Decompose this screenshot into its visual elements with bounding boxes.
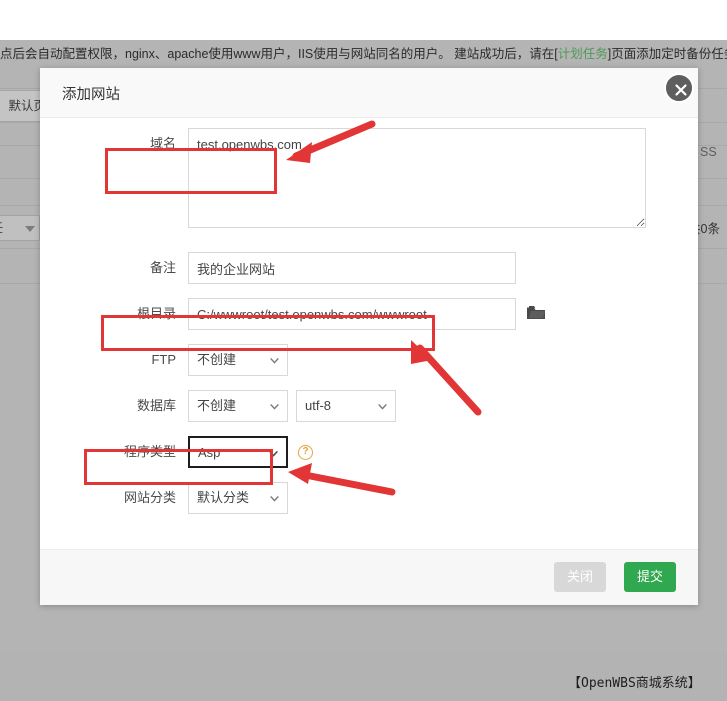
- site-category-select-value: 默认分类: [197, 490, 249, 505]
- notice-text: 点后会自动配置权限，nginx、apache使用www用户，IIS使用与网站同名…: [0, 47, 558, 61]
- chevron-down-icon: [25, 226, 35, 232]
- dialog-header: 添加网站: [40, 68, 698, 118]
- footer-brand-label: 【OpenWBS商城系统】: [568, 672, 701, 691]
- form-row-ftp: FTP 不创建: [40, 344, 698, 376]
- domain-input[interactable]: test.openwbs.com: [188, 128, 646, 228]
- dialog-body: 域名 test.openwbs.com 备注 根目录 FTP 不创建: [40, 118, 698, 548]
- notice-text-after: ]页面添加定时备份任务!: [608, 47, 727, 61]
- program-type-select-value: Asp: [198, 445, 220, 460]
- form-row-program-type: 程序类型 Asp ?: [40, 436, 698, 468]
- scheduled-task-link[interactable]: 计划任务: [558, 47, 608, 61]
- notice-banner: 点后会自动配置权限，nginx、apache使用www用户，IIS使用与网站同名…: [0, 40, 727, 68]
- label-site-category: 网站分类: [40, 482, 188, 514]
- form-row-domain: 域名 test.openwbs.com: [40, 128, 698, 228]
- background-filter-select[interactable]: 任: [0, 215, 40, 241]
- form-row-site-category: 网站分类 默认分类: [40, 482, 698, 514]
- close-icon[interactable]: [664, 73, 694, 103]
- ssl-column-header: SS: [700, 145, 717, 159]
- close-button[interactable]: 关闭: [554, 562, 606, 592]
- chevron-down-icon: [270, 358, 279, 364]
- ftp-select-value: 不创建: [197, 352, 236, 367]
- form-row-database: 数据库 不创建 utf-8: [40, 390, 698, 422]
- folder-icon[interactable]: [526, 304, 546, 326]
- site-category-select[interactable]: 默认分类: [188, 482, 288, 514]
- label-domain: 域名: [40, 128, 188, 160]
- dialog-footer: 关闭 提交: [40, 549, 698, 605]
- form-row-root-dir: 根目录: [40, 298, 698, 330]
- database-select-value: 不创建: [197, 398, 236, 413]
- remark-input[interactable]: [188, 252, 516, 284]
- chevron-down-icon: [270, 404, 279, 410]
- root-dir-input[interactable]: [188, 298, 516, 330]
- submit-button[interactable]: 提交: [624, 562, 676, 592]
- database-select[interactable]: 不创建: [188, 390, 288, 422]
- dialog-title: 添加网站: [62, 83, 120, 104]
- form-row-remark: 备注: [40, 252, 698, 284]
- ftp-select[interactable]: 不创建: [188, 344, 288, 376]
- program-type-select[interactable]: Asp: [188, 436, 288, 468]
- label-remark: 备注: [40, 252, 188, 284]
- database-charset-select[interactable]: utf-8: [296, 390, 396, 422]
- label-database: 数据库: [40, 390, 188, 422]
- help-icon[interactable]: ?: [298, 445, 313, 460]
- database-charset-value: utf-8: [305, 398, 331, 413]
- chevron-down-icon: [270, 496, 279, 502]
- label-program-type: 程序类型: [40, 436, 188, 468]
- page-top-whitespace: [0, 0, 727, 40]
- add-website-dialog: 添加网站 域名 test.openwbs.com 备注 根目录: [40, 68, 698, 605]
- label-root-dir: 根目录: [40, 298, 188, 330]
- background-filter-value: 任: [0, 221, 3, 235]
- label-ftp: FTP: [40, 344, 188, 376]
- chevron-down-icon: [378, 404, 387, 410]
- chevron-down-icon: [269, 451, 278, 457]
